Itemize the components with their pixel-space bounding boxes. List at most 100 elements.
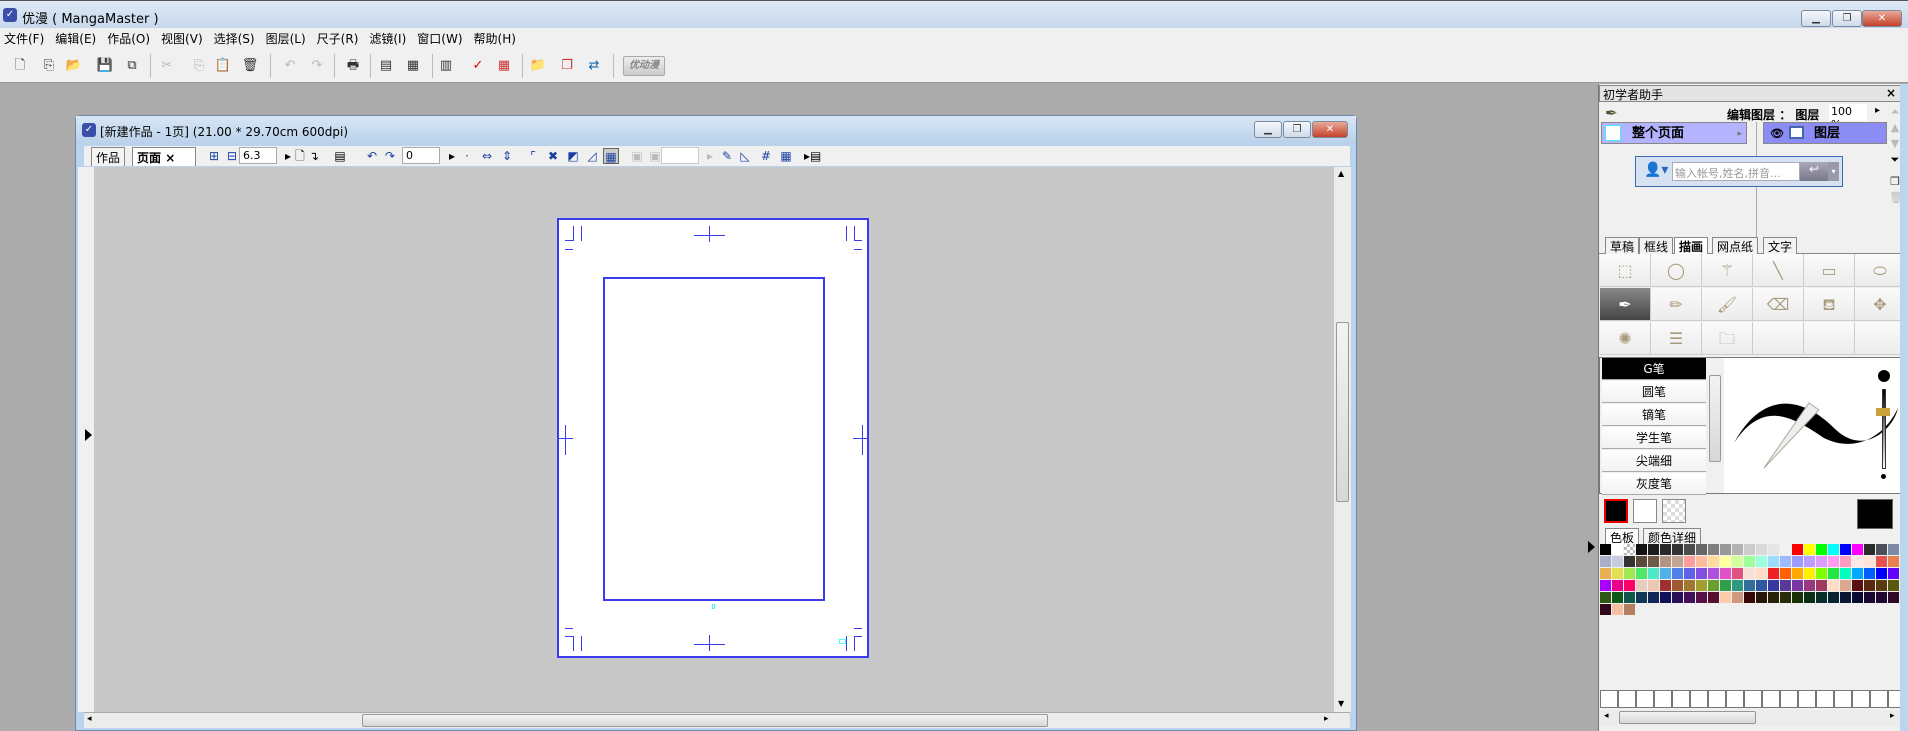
- enter-button[interactable]: ↩: [1800, 162, 1828, 181]
- palette-swatch[interactable]: [1852, 580, 1863, 591]
- palette-swatch[interactable]: [1696, 592, 1707, 603]
- rotate-right-icon[interactable]: ↷: [382, 148, 398, 164]
- opacity-arrow-icon[interactable]: ▸: [1875, 105, 1880, 116]
- palette-swatch[interactable]: [1828, 592, 1839, 603]
- palette-swatch[interactable]: [1624, 568, 1635, 579]
- rotation-arrow-icon[interactable]: ▸: [444, 148, 460, 164]
- palette-swatch[interactable]: [1876, 580, 1887, 591]
- pen-item[interactable]: 圆笔: [1602, 381, 1706, 403]
- horizontal-scroll-thumb[interactable]: [362, 714, 1048, 727]
- palette-swatch[interactable]: [1744, 580, 1755, 591]
- palette-swatch[interactable]: [1804, 544, 1815, 555]
- palette-swatch[interactable]: [1744, 556, 1755, 567]
- delete-icon[interactable]: 🗑: [240, 56, 260, 76]
- palette-swatch[interactable]: [1732, 568, 1743, 579]
- minimize-button[interactable]: ▁: [1801, 10, 1831, 27]
- save-all-icon[interactable]: ⧉: [122, 56, 142, 76]
- layer-panel-icon[interactable]: ▥: [436, 56, 456, 76]
- paste-icon[interactable]: 📋: [213, 56, 233, 76]
- palette-swatch[interactable]: [1612, 604, 1623, 615]
- vertical-scroll-thumb[interactable]: [1336, 322, 1349, 502]
- opacity-field[interactable]: 100 %: [1829, 104, 1867, 131]
- save-icon[interactable]: 💾: [95, 56, 115, 76]
- palette-swatch[interactable]: [1600, 556, 1611, 567]
- transparent-swatch[interactable]: [1662, 499, 1686, 523]
- palette-swatch[interactable]: [1648, 556, 1659, 567]
- palette-swatch[interactable]: [1636, 568, 1647, 579]
- palette-swatch[interactable]: [1816, 580, 1827, 591]
- fill-bucket-icon[interactable]: ⛾: [1804, 288, 1855, 321]
- palette-swatch[interactable]: [1612, 592, 1623, 603]
- palette-swatch[interactable]: [1804, 592, 1815, 603]
- rotate-left-icon[interactable]: ↶: [364, 148, 380, 164]
- doc-minimize-button[interactable]: ▁: [1254, 121, 1282, 138]
- horizontal-scrollbar[interactable]: ◂ ▸: [84, 712, 1350, 728]
- palette-swatch[interactable]: [1792, 544, 1803, 555]
- palette-swatch[interactable]: [1792, 580, 1803, 591]
- palette-swatch[interactable]: [1708, 580, 1719, 591]
- palette-swatch[interactable]: [1756, 556, 1767, 567]
- rect-select-icon[interactable]: ⬚: [1600, 254, 1651, 287]
- tab-screentone[interactable]: 网点纸: [1712, 237, 1759, 254]
- palette-swatch[interactable]: [1684, 568, 1695, 579]
- custom-color-cell[interactable]: [1654, 690, 1672, 708]
- redo-icon[interactable]: ↷: [307, 56, 327, 76]
- palette-swatch[interactable]: [1744, 592, 1755, 603]
- magic-wand-icon[interactable]: ⚚: [1702, 254, 1753, 287]
- fine-grid-icon[interactable]: ▦: [778, 148, 794, 164]
- disabled-input[interactable]: [661, 147, 699, 164]
- menu-view[interactable]: 视图(V): [157, 30, 210, 47]
- palette-swatch[interactable]: [1708, 592, 1719, 603]
- custom-color-cell[interactable]: [1600, 690, 1618, 708]
- palette-swatch[interactable]: [1672, 592, 1683, 603]
- custom-color-cell[interactable]: [1708, 690, 1726, 708]
- custom-color-cell[interactable]: [1744, 690, 1762, 708]
- close-button[interactable]: ✕: [1862, 10, 1902, 27]
- material-folder-icon[interactable]: 🗀: [1702, 322, 1753, 355]
- flip-horizontal-icon[interactable]: ⇔: [479, 148, 495, 164]
- palette-swatch[interactable]: [1720, 592, 1731, 603]
- fit-icon[interactable]: ✖: [545, 148, 561, 164]
- brush-size-handle[interactable]: [1876, 408, 1890, 416]
- custom-color-cell[interactable]: [1726, 690, 1744, 708]
- palette-swatch[interactable]: [1672, 580, 1683, 591]
- palette-swatch[interactable]: [1840, 544, 1851, 555]
- pen-list-scrollbar[interactable]: [1707, 358, 1723, 493]
- new-work-icon[interactable]: ⎘: [39, 56, 59, 76]
- palette-swatch[interactable]: [1696, 568, 1707, 579]
- palette-swatch[interactable]: [1852, 544, 1863, 555]
- menu-select[interactable]: 选择(S): [210, 30, 262, 47]
- palette-swatch[interactable]: [1600, 592, 1611, 603]
- palette-swatch[interactable]: [1828, 580, 1839, 591]
- custom-color-cell[interactable]: [1870, 690, 1888, 708]
- menu-window[interactable]: 窗口(W): [413, 30, 469, 47]
- enter-dropdown-icon[interactable]: ▾: [1828, 162, 1839, 181]
- check-icon[interactable]: ✓: [468, 56, 488, 76]
- eraser-icon[interactable]: ⌫: [1753, 288, 1804, 321]
- palette-swatch[interactable]: [1732, 556, 1743, 567]
- palette-swatch[interactable]: [1660, 592, 1671, 603]
- palette-swatch[interactable]: [1888, 580, 1899, 591]
- palette-swatch[interactable]: [1816, 592, 1827, 603]
- layer-item[interactable]: 👁 图层: [1763, 122, 1887, 144]
- palette-swatch[interactable]: [1684, 592, 1695, 603]
- palette-swatch[interactable]: [1876, 556, 1887, 567]
- grid-icon[interactable]: #: [758, 148, 774, 164]
- pen-item[interactable]: G笔: [1602, 358, 1706, 380]
- lasso-icon[interactable]: ◯: [1651, 254, 1702, 287]
- swap-window-icon[interactable]: ⇄: [584, 56, 604, 76]
- palette-swatch[interactable]: [1768, 544, 1779, 555]
- palette-swatch[interactable]: [1672, 544, 1683, 555]
- palette-swatch[interactable]: [1744, 544, 1755, 555]
- pen-list-scroll-thumb[interactable]: [1709, 375, 1721, 462]
- palette-swatch[interactable]: [1732, 544, 1743, 555]
- palette-swatch[interactable]: [1744, 568, 1755, 579]
- pen-item[interactable]: 学生笔: [1602, 427, 1706, 449]
- copy-icon[interactable]: ⎘: [189, 56, 209, 76]
- palette-swatch[interactable]: [1876, 592, 1887, 603]
- scroll-down-icon[interactable]: ▼: [1338, 699, 1344, 708]
- user-icon[interactable]: 👤▾: [1644, 162, 1668, 178]
- palette-swatch[interactable]: [1756, 544, 1767, 555]
- page-tree-item[interactable]: 整个页面 ▸: [1601, 122, 1747, 144]
- palette-swatch[interactable]: [1876, 544, 1887, 555]
